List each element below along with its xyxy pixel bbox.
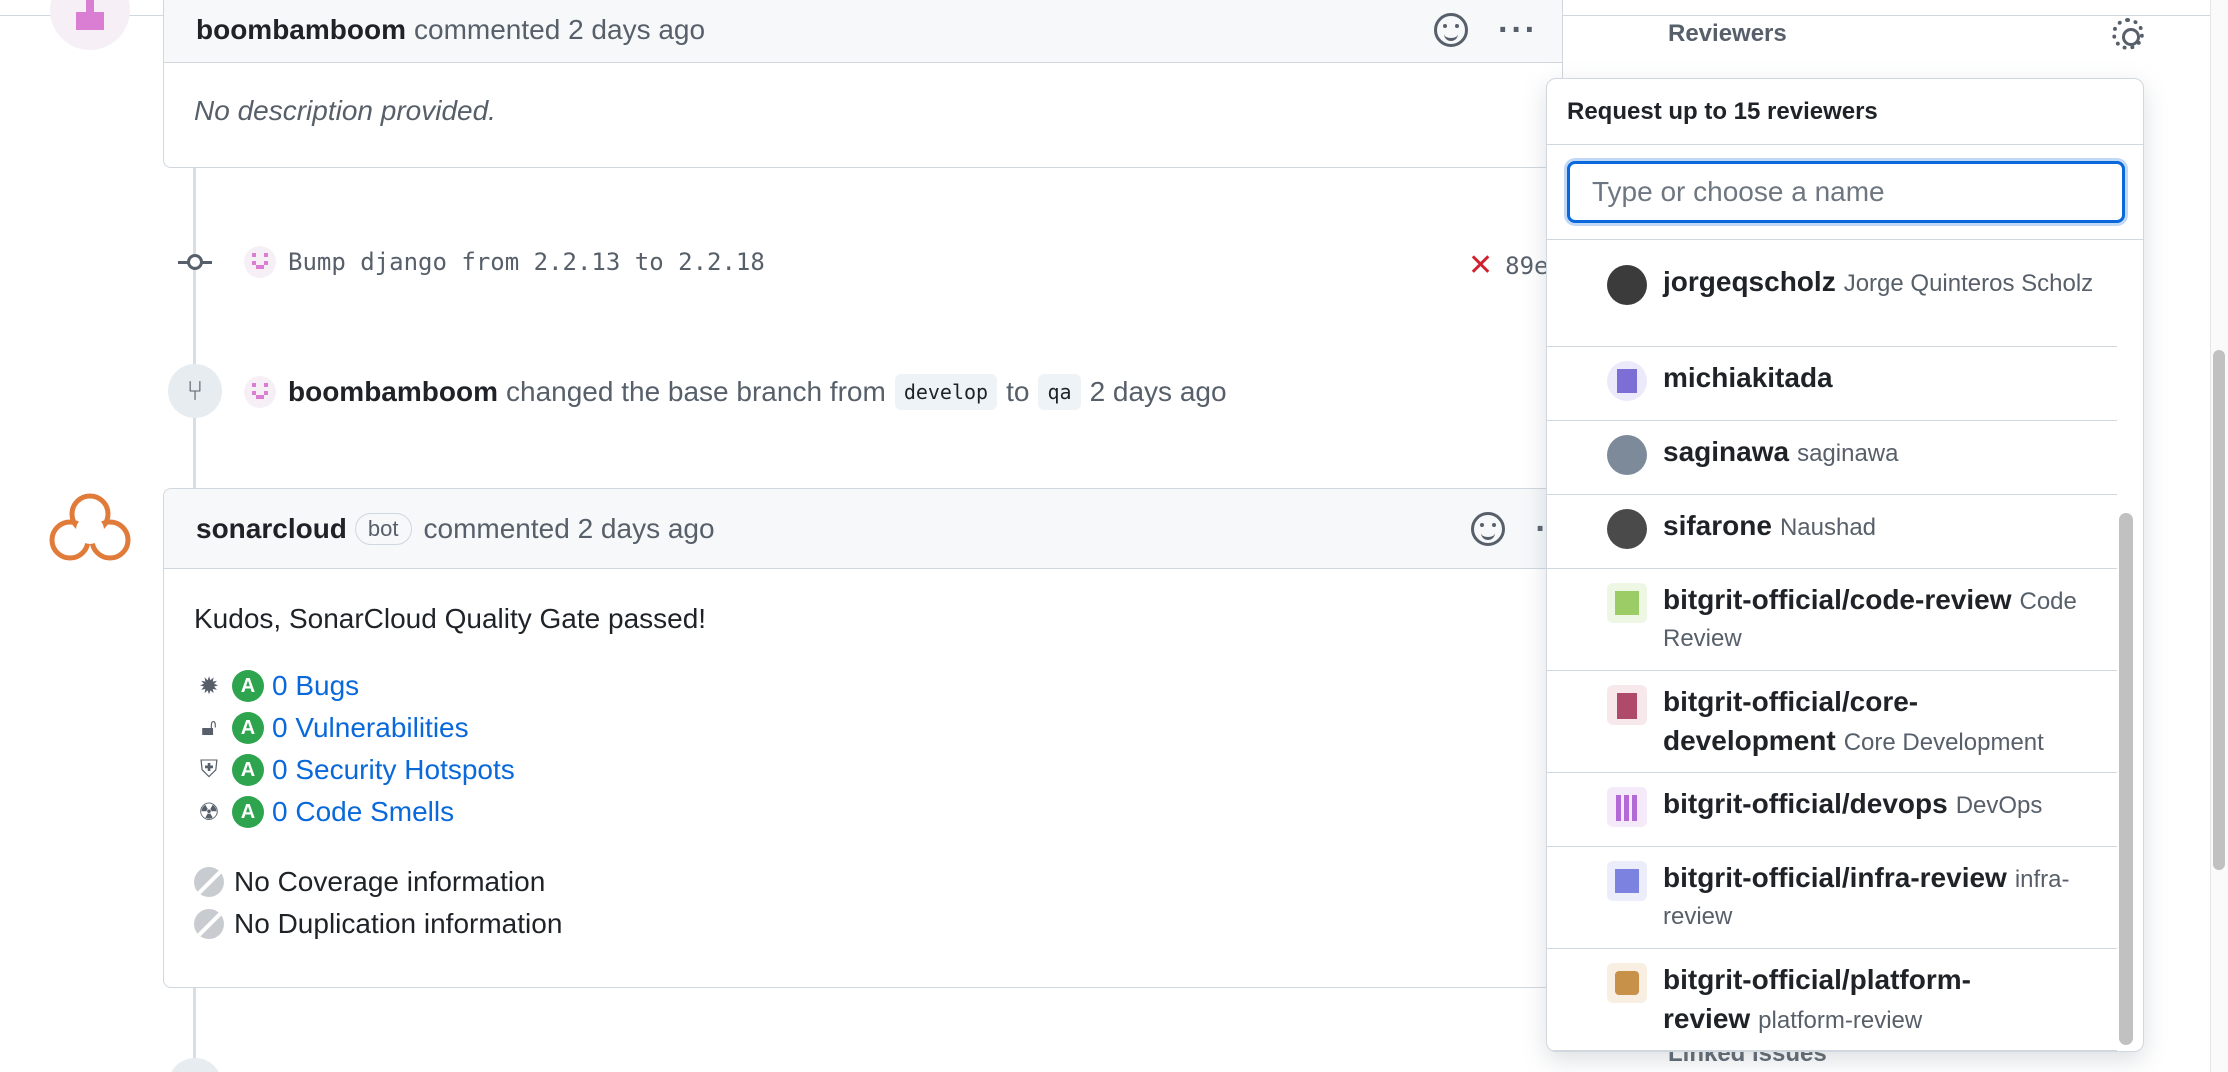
reviewer-login: bitgrit-official/devops [1663,788,1948,819]
code-smells-link[interactable]: 0 Code Smells [272,796,454,828]
info-row: No Duplication information [194,903,1532,945]
shield-icon: ⛨ [200,756,218,783]
list-item[interactable]: jorgeqscholz Jorge Quinteros Scholz [1547,251,2117,347]
branch-from[interactable]: develop [894,374,998,410]
comment-card: sonarcloud bot commented 2 days ago ·· K… [163,488,1563,988]
reviewer-name: Naushad [1779,514,1877,541]
team-avatar [1607,787,1647,827]
reviewer-login: jorgeqscholz [1663,266,1836,297]
avatar [1607,435,1647,475]
team-avatar [1607,685,1647,725]
timeline-line [193,168,196,488]
avatar[interactable] [50,0,130,50]
avatar[interactable] [168,1058,222,1072]
comment-time: commented 2 days ago [423,512,715,544]
unlock-icon: 🔓︎ [201,714,217,741]
add-reaction-icon[interactable] [1434,13,1469,47]
reviewer-search-input[interactable] [1567,161,2125,223]
commit-message[interactable]: Bump django from 2.2.13 to 2.2.18 [288,248,765,276]
comment-body: No description provided. [194,95,496,126]
comment-card: boombamboom commented 2 days ago ··· No … [163,0,1563,168]
bug-icon: ✹ [198,672,220,700]
security-hotspots-link[interactable]: 0 Security Hotspots [272,754,515,786]
grade-badge: A [232,712,264,744]
team-avatar [1607,861,1647,901]
grade-badge: A [232,796,264,828]
x-icon[interactable]: ✕ [1468,248,1493,283]
reviewer-name: Jorge Quinteros Scholz [1843,270,2094,297]
coverage-info: No Coverage information [234,866,546,897]
reviewers-heading: Reviewers [1668,20,1787,47]
bugs-link[interactable]: 0 Bugs [272,670,359,702]
comment-header: boombamboom commented 2 days ago ··· [164,0,1562,63]
commit-status: ✕ 89e [1468,248,1549,283]
reviewer-login: sifarone [1663,510,1772,541]
reviewer-login: bitgrit-official/code-review [1663,584,2012,615]
event-time: 2 days ago [1089,376,1227,407]
more-options-icon[interactable]: ··· [1498,13,1538,47]
reviewer-name: platform-review [1758,1007,1923,1034]
info-row: No Coverage information [194,861,1532,903]
list-item[interactable]: bitgrit-official/platform-review platform… [1547,949,2117,1051]
add-reaction-icon[interactable] [1471,512,1506,546]
branch-to[interactable]: qa [1038,374,1081,410]
metric-row: ☢ A 0 Code Smells [194,791,1532,833]
reviewer-login: bitgrit-official/infra-review [1663,862,2007,893]
vulnerabilities-link[interactable]: 0 Vulnerabilities [272,712,469,744]
event-to: to [1006,376,1030,407]
page-scroll-thumb[interactable] [2213,350,2225,870]
metric-row: ✹ A 0 Bugs [194,665,1532,707]
event-text: changed the base branch from [506,376,886,407]
team-avatar [1607,963,1647,1003]
reviewer-name: Core Development [1843,729,2044,756]
list-item[interactable]: sifarone Naushad [1547,495,2117,569]
grade-badge: A [232,754,264,786]
team-avatar [1607,583,1647,623]
grade-badge: A [232,670,264,702]
radiation-icon: ☢ [198,798,220,826]
duplication-info: No Duplication information [234,908,563,939]
avatar[interactable] [244,246,276,278]
no-data-icon [194,909,224,939]
metric-row: ⛨ A 0 Security Hotspots [194,749,1532,791]
metric-row: 🔓︎ A 0 Vulnerabilities [194,707,1532,749]
commit-sha[interactable]: 89e [1505,252,1548,280]
list-item[interactable]: bitgrit-official/core-development Core De… [1547,671,2117,773]
bot-badge: bot [354,512,412,545]
no-data-icon [194,867,224,897]
list-item[interactable]: bitgrit-official/infra-review infra-revie… [1547,847,2117,949]
comment-time: commented 2 days ago [414,13,706,45]
commit-row: Bump django from 2.2.13 to 2.2.18 [244,246,765,278]
list-item[interactable]: bitgrit-official/code-review Code Review [1547,569,2117,671]
event-author[interactable]: boombamboom [288,376,498,408]
comment-author[interactable]: sonarcloud [196,513,347,545]
reviewer-list: jorgeqscholz Jorge Quinteros Scholz michi… [1547,251,2117,1051]
gear-icon[interactable] [2112,18,2144,50]
git-branch-icon: ⑂ [168,364,222,418]
avatar [1607,509,1647,549]
base-branch-event: boombamboom changed the base branch from… [244,374,1227,410]
reviewers-popover: Request up to 15 reviewers jorgeqscholz J… [1546,78,2144,1052]
avatar[interactable] [244,376,276,408]
list-item[interactable]: saginawa saginawa [1547,421,2117,495]
popover-search [1547,145,2143,240]
reviewer-login: michiakitada [1663,362,1833,393]
list-item[interactable]: bitgrit-official/devops DevOps [1547,773,2117,847]
commit-icon [178,252,212,274]
reviewer-login: saginawa [1663,436,1790,467]
reviewer-name: DevOps [1955,792,2043,819]
avatar [1607,265,1647,305]
avatar [1607,361,1647,401]
popover-title: Request up to 15 reviewers [1547,79,2143,145]
sonarcloud-avatar[interactable] [48,490,132,564]
comment-header: sonarcloud bot commented 2 days ago ·· [164,489,1562,569]
popover-scroll-thumb[interactable] [2119,513,2133,1045]
list-item[interactable]: michiakitada [1547,347,2117,421]
comment-author[interactable]: boombamboom [196,14,406,46]
reviewer-name: saginawa [1797,440,1899,467]
quality-gate-message: Kudos, SonarCloud Quality Gate passed! [194,603,707,634]
